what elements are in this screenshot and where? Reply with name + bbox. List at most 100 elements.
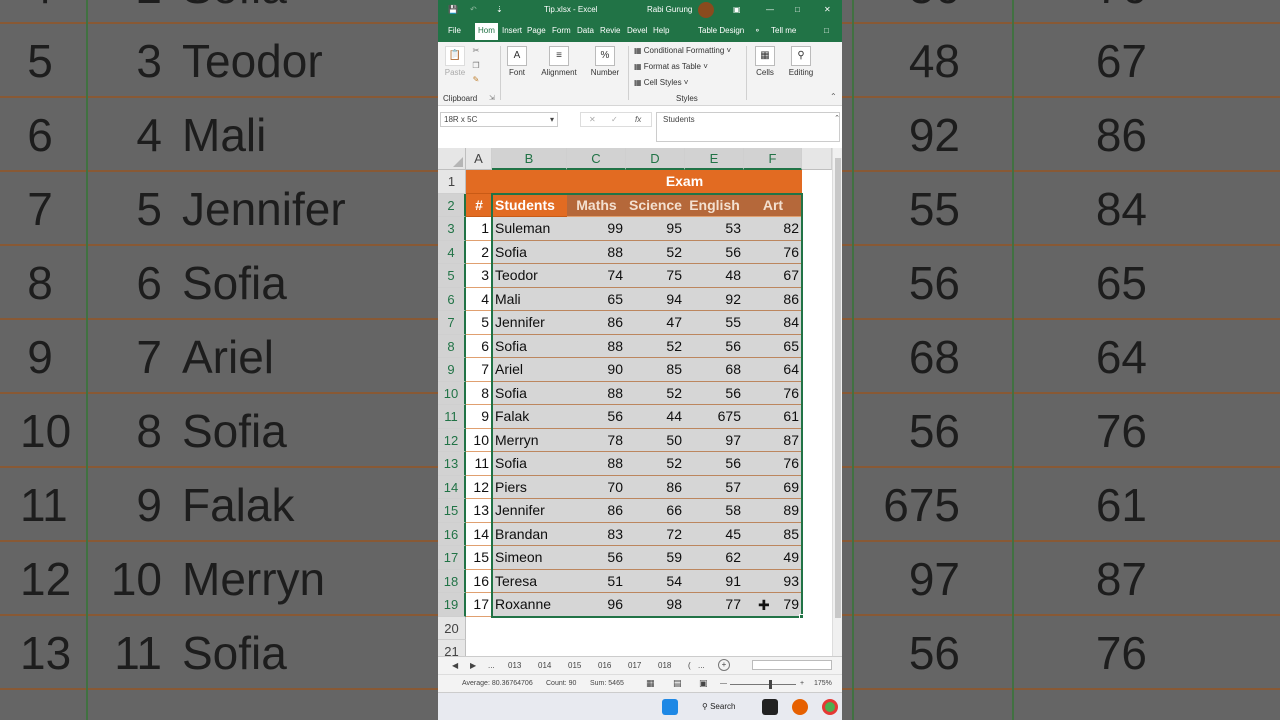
table-cell[interactable]: 7 (466, 358, 492, 382)
number-button[interactable]: % Number (588, 46, 622, 77)
windows-start-icon[interactable] (662, 699, 678, 715)
header-cell-english[interactable]: English (685, 193, 744, 217)
table-cell[interactable]: 9 (466, 405, 492, 429)
firefox-icon[interactable] (792, 699, 808, 715)
save-icon[interactable]: 💾 (448, 5, 458, 14)
row-header-17[interactable]: 17 (438, 546, 466, 570)
table-cell[interactable]: 95 (626, 217, 685, 241)
column-header-f[interactable]: F (744, 148, 802, 170)
table-cell[interactable]: 49 (744, 546, 802, 570)
table-cell[interactable]: 79 (744, 593, 802, 617)
table-cell[interactable]: Teodor (492, 264, 567, 288)
table-cell[interactable]: 52 (626, 241, 685, 264)
header-cell-students[interactable]: Students (492, 193, 567, 217)
table-cell[interactable]: 1 (466, 217, 492, 241)
table-cell[interactable]: 78 (567, 429, 626, 452)
row-header-19[interactable]: 19 (438, 593, 466, 617)
zoom-out-icon[interactable]: — (720, 680, 727, 687)
table-cell[interactable]: 88 (567, 452, 626, 476)
cell-styles-button[interactable]: ▦ Cell Styles ˅ (634, 78, 688, 87)
table-cell[interactable]: 76 (744, 241, 802, 264)
table-cell[interactable]: 65 (567, 288, 626, 311)
prev-sheet-icon[interactable]: ◀ (452, 661, 458, 670)
table-cell[interactable]: Sofia (492, 335, 567, 358)
sheet-tab-5[interactable]: 017 (628, 661, 641, 670)
qat-more-icon[interactable]: ⇣ (496, 5, 503, 14)
table-cell[interactable]: 55 (685, 311, 744, 335)
page-layout-icon[interactable]: ▤ (673, 678, 682, 689)
table-cell[interactable]: Sofia (492, 452, 567, 476)
table-cell[interactable]: 66 (626, 499, 685, 523)
table-cell[interactable]: 86 (567, 311, 626, 335)
table-cell[interactable]: 52 (626, 452, 685, 476)
table-cell[interactable]: 56 (567, 405, 626, 429)
row-header-13[interactable]: 13 (438, 452, 466, 476)
row-header-2[interactable]: 2 (438, 193, 466, 217)
taskbar-search[interactable]: ⚲ Search (702, 702, 735, 711)
collapse-ribbon-icon[interactable]: ⌃ (830, 92, 837, 101)
name-box[interactable]: 18R x 5C ▾ (440, 112, 558, 127)
table-cell[interactable]: 86 (626, 476, 685, 499)
sheet-tab-1[interactable]: 013 (508, 661, 521, 670)
table-cell[interactable]: 14 (466, 523, 492, 546)
table-cell[interactable]: 88 (567, 241, 626, 264)
row-header-14[interactable]: 14 (438, 475, 466, 499)
normal-view-icon[interactable]: ▦ (646, 678, 655, 689)
table-cell[interactable]: Teresa (492, 570, 567, 593)
row-header-3[interactable]: 3 (438, 217, 466, 241)
tab-help[interactable]: Help (653, 26, 669, 35)
table-cell[interactable]: Falak (492, 405, 567, 429)
tab-page[interactable]: Page (527, 26, 546, 35)
table-cell[interactable]: Brandan (492, 523, 567, 546)
maximize-icon[interactable]: □ (795, 5, 800, 14)
table-cell[interactable]: 57 (685, 476, 744, 499)
cut-icon[interactable]: ✂ (470, 46, 482, 55)
avatar[interactable] (698, 2, 714, 18)
table-cell[interactable]: 15 (466, 546, 492, 570)
table-cell[interactable]: 56 (685, 335, 744, 358)
table-cell[interactable]: 56 (567, 546, 626, 570)
table-cell[interactable]: 94 (626, 288, 685, 311)
table-cell[interactable]: 11 (466, 452, 492, 476)
table-cell[interactable]: 90 (567, 358, 626, 382)
table-cell[interactable]: Sofia (492, 241, 567, 264)
zoom-slider[interactable] (730, 684, 796, 685)
table-cell[interactable]: 76 (744, 382, 802, 405)
table-cell[interactable]: 52 (626, 382, 685, 405)
row-header-6[interactable]: 6 (438, 287, 466, 311)
table-cell[interactable]: 93 (744, 570, 802, 593)
table-cell[interactable]: Ariel (492, 358, 567, 382)
table-cell[interactable]: 86 (744, 288, 802, 311)
page-break-icon[interactable]: ▣ (699, 678, 708, 689)
header-cell-number[interactable]: # (466, 193, 492, 217)
table-cell[interactable]: 50 (626, 429, 685, 452)
table-cell[interactable]: 59 (626, 546, 685, 570)
row-header-10[interactable]: 10 (438, 381, 466, 405)
table-cell[interactable]: 10 (466, 429, 492, 452)
alignment-button[interactable]: ≡ Alignment (538, 46, 580, 77)
table-cell[interactable]: 97 (685, 429, 744, 452)
horizontal-scrollbar[interactable] (752, 660, 832, 670)
table-cell[interactable]: 17 (466, 593, 492, 617)
row-header-18[interactable]: 18 (438, 569, 466, 593)
table-cell[interactable]: Merryn (492, 429, 567, 452)
table-cell[interactable]: 88 (567, 382, 626, 405)
format-as-table-button[interactable]: ▦ Format as Table ˅ (634, 62, 708, 71)
conditional-formatting-button[interactable]: ▦ Conditional Formatting ˅ (634, 46, 731, 55)
table-cell[interactable]: 68 (685, 358, 744, 382)
sheet-tab-2[interactable]: 014 (538, 661, 551, 670)
add-sheet-icon[interactable]: + (718, 659, 730, 671)
table-cell[interactable]: 16 (466, 570, 492, 593)
next-sheet-icon[interactable]: ▶ (470, 661, 476, 670)
table-cell[interactable]: 69 (744, 476, 802, 499)
table-cell[interactable]: 4 (466, 288, 492, 311)
row-header-1[interactable]: 1 (438, 170, 466, 194)
header-cell-maths[interactable]: Maths (567, 193, 626, 217)
minimize-icon[interactable]: — (766, 5, 774, 14)
font-button[interactable]: A Font (504, 46, 530, 77)
table-cell[interactable]: 5 (466, 311, 492, 335)
vertical-scrollbar[interactable] (832, 148, 842, 656)
table-cell[interactable]: 13 (466, 499, 492, 523)
table-cell[interactable]: 44 (626, 405, 685, 429)
table-cell[interactable]: 12 (466, 476, 492, 499)
